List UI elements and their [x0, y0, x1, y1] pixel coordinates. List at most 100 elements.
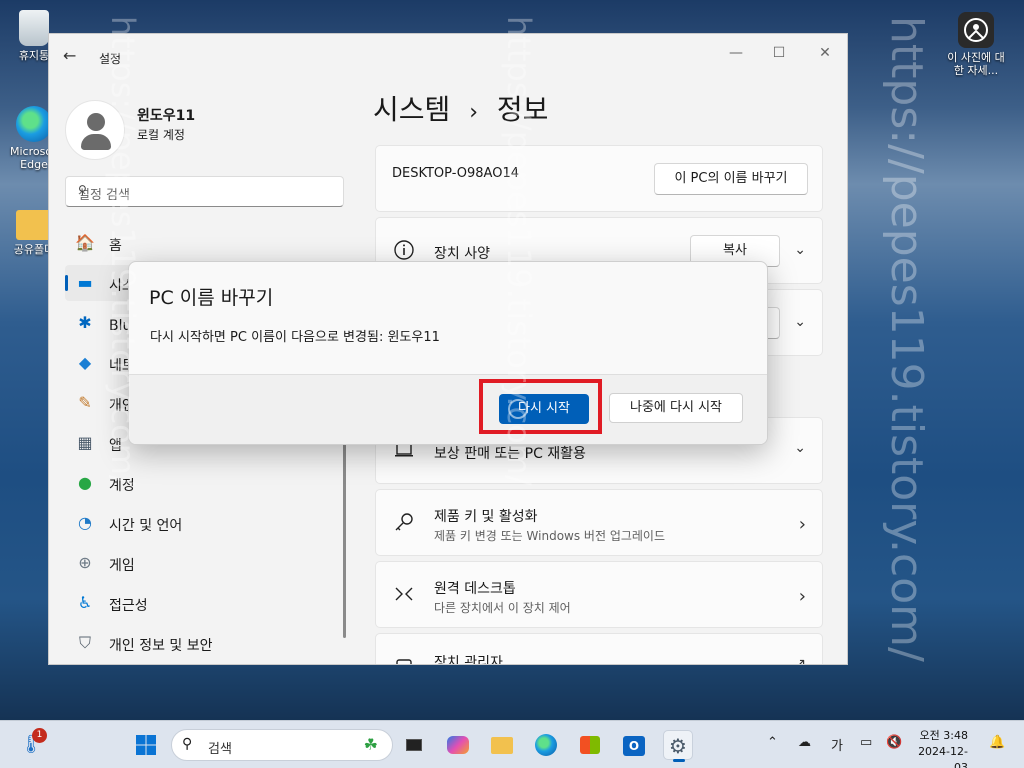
home-icon: 🏠	[75, 233, 95, 252]
title-bar: ← 설정 — ☐ ✕	[49, 34, 847, 78]
taskbar: 🌡 1 ⚲ 검색 ☘ O ⚙ ⌃ ☁ 가 ▭ 🔇 오전 3:48 2024-12…	[0, 720, 1024, 768]
volume-icon[interactable]: 🔇	[886, 735, 902, 750]
page-title: 시스템 › 정보	[373, 88, 548, 128]
sidebar-item-label: 계정	[109, 478, 135, 494]
active-app-indicator	[673, 759, 685, 762]
sidebar-item-label: 홈	[109, 238, 122, 254]
onedrive-icon[interactable]: ☁	[798, 735, 811, 750]
wifi-icon: ◆	[78, 353, 92, 372]
info-icon	[392, 239, 416, 263]
globe-clock-icon: ◔	[78, 513, 92, 532]
desktop-icon-photo-info[interactable]: 이 사진에 대한 자세...	[946, 12, 1006, 77]
breadcrumb-system[interactable]: 시스템	[373, 93, 450, 126]
windows-logo-icon	[136, 735, 156, 755]
breadcrumb-separator: ›	[469, 100, 478, 125]
restart-later-button[interactable]: 나중에 다시 시작	[609, 393, 743, 423]
sidebar-item-label: 게임	[109, 558, 135, 574]
gamepad-icon: ⊕	[78, 553, 92, 572]
sidebar-item[interactable]: ⊕ 게임	[65, 545, 325, 581]
dialog-title: PC 이름 바꾸기	[149, 287, 274, 309]
date: 2024-12-03	[918, 745, 968, 768]
card-subtitle: 다른 장치에서 이 장치 제어	[434, 601, 571, 615]
account-type: 로컬 계정	[137, 128, 185, 142]
ime-indicator[interactable]: 가	[831, 735, 843, 754]
card-title: 제품 키 및 활성화	[434, 509, 538, 525]
brush-icon: ✎	[78, 393, 92, 412]
chevron-up-icon[interactable]: ⌃	[767, 735, 778, 750]
dialog-message: 다시 시작하면 PC 이름이 다음으로 변경됨: 윈도우11	[150, 330, 440, 345]
app-title: 설정	[99, 52, 122, 66]
notification-badge: 1	[32, 728, 47, 743]
rename-pc-button[interactable]: 이 PC의 이름 바꾸기	[654, 163, 808, 195]
settings-search-input[interactable]: 설정 검색 ⚲	[65, 176, 344, 207]
recycle-bin-icon	[19, 10, 49, 46]
folder-icon	[16, 210, 52, 240]
product-key-card[interactable]: 제품 키 및 활성화 제품 키 변경 또는 Windows 버전 업그레이드 ›	[375, 489, 823, 556]
file-explorer-icon[interactable]	[487, 730, 517, 760]
device-specs-label: 장치 사양	[434, 246, 490, 262]
watermark: https://pepes119.tistory.com/	[881, 16, 932, 662]
user-name: 윈도우11	[137, 108, 196, 124]
store-icon[interactable]	[575, 730, 605, 760]
minimize-button[interactable]: —	[725, 42, 747, 64]
device-name: DESKTOP-O98AO14	[392, 166, 519, 181]
sidebar-item[interactable]: 🏠 홈	[65, 225, 325, 261]
chevron-right-icon[interactable]: ›	[799, 514, 806, 535]
key-icon	[392, 511, 416, 535]
remote-desktop-icon	[392, 583, 416, 607]
bluetooth-icon: ✱	[78, 313, 92, 332]
sidebar-item[interactable]: ● 계정	[65, 465, 325, 501]
clock[interactable]: 오전 3:48 2024-12-03	[912, 728, 968, 768]
back-arrow-icon[interactable]: ←	[63, 46, 76, 65]
card-subtitle: 제품 키 변경 또는 Windows 버전 업그레이드	[434, 529, 666, 543]
search-icon: ⚲	[78, 183, 87, 197]
taskbar-search-label: 검색	[208, 742, 232, 757]
copilot-icon[interactable]	[443, 730, 473, 760]
sidebar-item[interactable]: ♿ 접근성	[65, 585, 325, 621]
network-icon[interactable]: ▭	[860, 735, 872, 750]
settings-app-icon[interactable]: ⚙	[663, 730, 693, 762]
device-manager-card[interactable]: 장치 관리자 ↗	[375, 633, 823, 665]
device-manager-icon	[392, 655, 416, 664]
shield-icon: ⛉	[78, 633, 91, 652]
edge-icon[interactable]	[531, 730, 561, 760]
outlook-icon[interactable]: O	[619, 730, 649, 760]
maximize-button[interactable]: ☐	[768, 42, 790, 64]
external-link-icon[interactable]: ↗	[794, 656, 806, 664]
notification-bell-icon[interactable]: 🔔	[989, 735, 1005, 750]
sidebar-item-label: 접근성	[109, 598, 148, 614]
sidebar-item-label: 시간 및 언어	[109, 518, 183, 534]
remote-desktop-card[interactable]: 원격 데스크톱 다른 장치에서 이 장치 제어 ›	[375, 561, 823, 628]
weather-widget[interactable]: 🌡 1	[16, 728, 47, 760]
breadcrumb-about: 정보	[496, 93, 549, 126]
search-highlight-icon: ☘	[363, 735, 378, 754]
card-title: 장치 관리자	[434, 655, 503, 665]
search-icon: ⚲	[182, 736, 193, 752]
close-button[interactable]: ✕	[814, 42, 836, 64]
chevron-down-icon[interactable]: ⌄	[794, 242, 806, 258]
time: 오전 3:48	[919, 729, 968, 742]
account-icon: ●	[78, 473, 92, 492]
taskbar-search[interactable]: ⚲ 검색 ☘	[171, 729, 393, 761]
task-view-icon[interactable]	[399, 730, 429, 760]
device-name-card: DESKTOP-O98AO14 이 PC의 이름 바꾸기	[375, 145, 823, 212]
restart-now-button[interactable]: 다시 시작	[499, 394, 589, 424]
avatar	[65, 100, 125, 160]
apps-icon: ▦	[77, 433, 93, 452]
sidebar-item-label: 앱	[109, 438, 122, 454]
system-icon: ▬	[77, 273, 93, 292]
chevron-down-icon[interactable]: ⌄	[794, 314, 806, 330]
cursor-ring	[508, 399, 528, 419]
chevron-down-icon[interactable]: ⌄	[794, 440, 806, 456]
start-button[interactable]	[131, 730, 161, 760]
card-title: 보상 판매 또는 PC 재활용	[434, 446, 586, 462]
chevron-right-icon[interactable]: ›	[799, 586, 806, 607]
photo-info-icon	[958, 12, 994, 48]
accessibility-icon: ♿	[77, 593, 93, 612]
sidebar-item[interactable]: ⛉ 개인 정보 및 보안	[65, 625, 325, 661]
sidebar-item-label: 개인 정보 및 보안	[109, 638, 213, 654]
rename-pc-dialog: PC 이름 바꾸기 다시 시작하면 PC 이름이 다음으로 변경됨: 윈도우11…	[128, 261, 768, 445]
dialog-footer: 다시 시작 나중에 다시 시작	[129, 374, 767, 444]
sidebar-item[interactable]: ◔ 시간 및 언어	[65, 505, 325, 541]
desktop-icon-label: 이 사진에 대한 자세...	[947, 51, 1005, 77]
